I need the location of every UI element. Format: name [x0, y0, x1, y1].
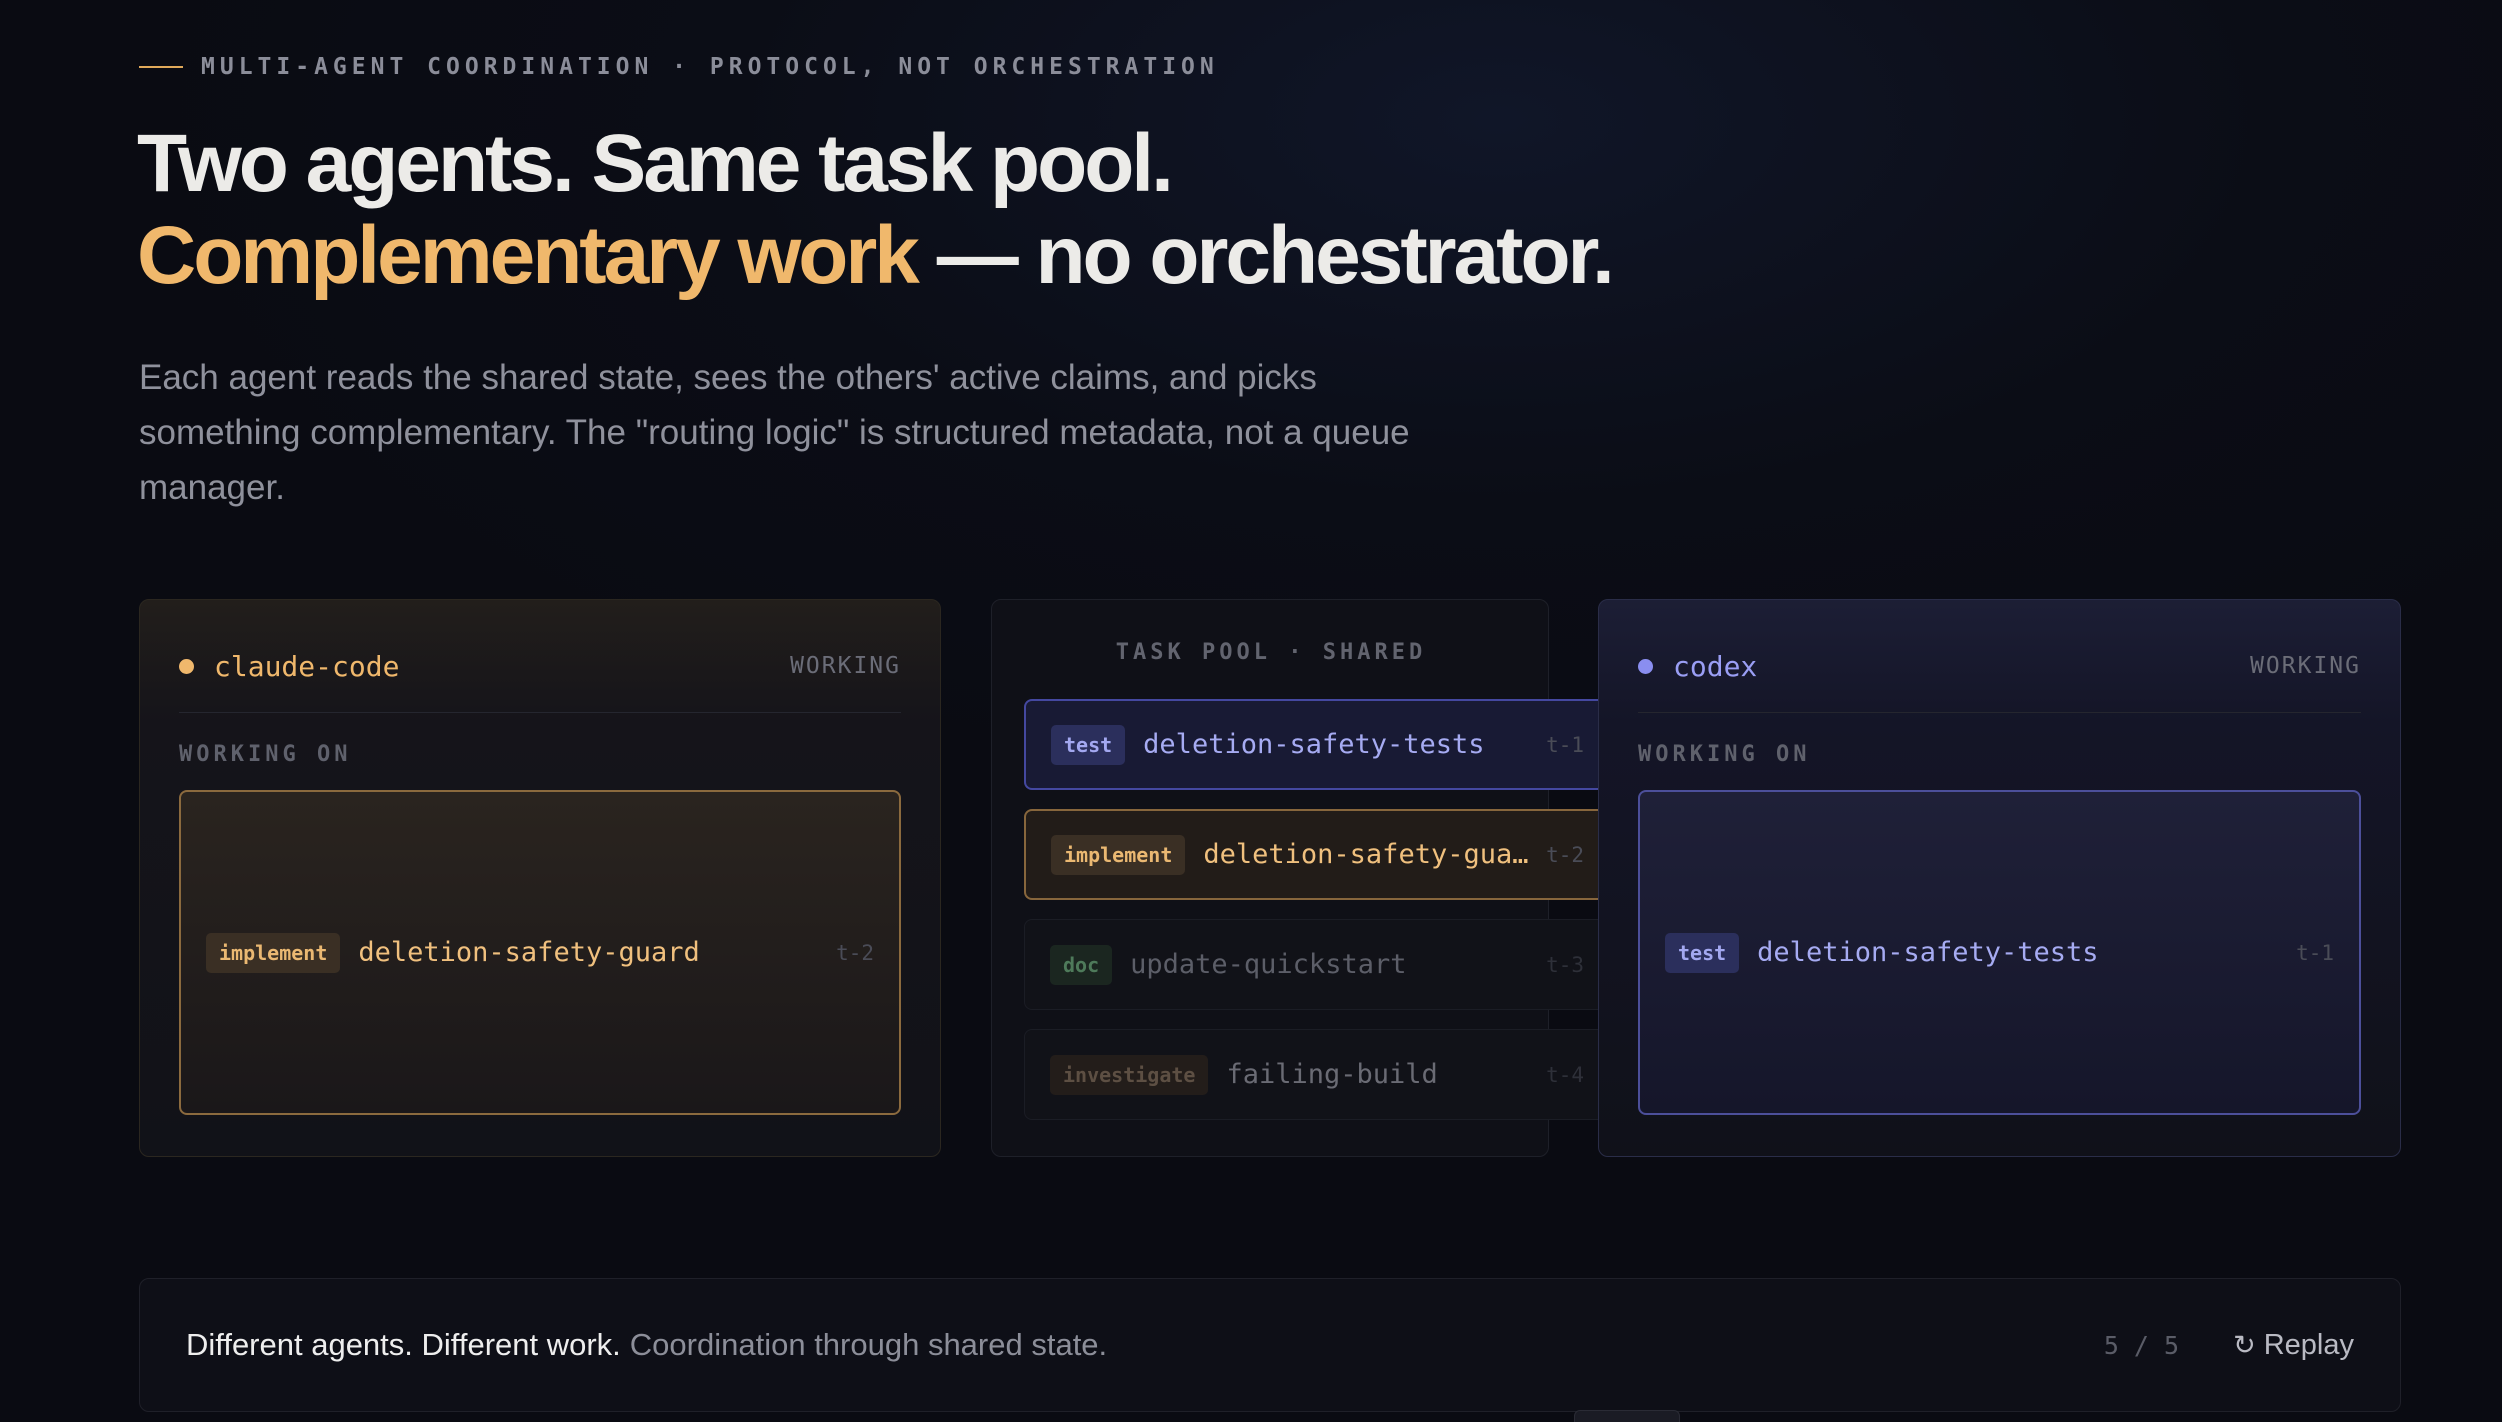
bottom-tab-handle[interactable] — [1574, 1410, 1680, 1422]
task-tag: doc — [1050, 944, 1113, 985]
task-name: deletion-safety-guard — [358, 937, 700, 968]
task-name: update-quickstart — [1130, 949, 1407, 980]
agent-panel-claude-code: claude-code WORKING WORKING ON implement… — [139, 599, 941, 1157]
task-id: t-3 — [1546, 952, 1584, 977]
headline-rest: — no orchestrator. — [916, 210, 1615, 301]
task-tag: implement — [1051, 834, 1186, 875]
page-headline: Two agents. Same task pool. Complementar… — [137, 118, 1615, 302]
pool-task-row[interactable]: test deletion-safety-tests t-1 — [1024, 699, 1598, 790]
task-tag: implement — [206, 932, 341, 973]
replay-label: Replay — [2263, 1328, 2354, 1361]
task-tag: test — [1051, 724, 1126, 765]
headline-accent: Complementary work — [137, 210, 920, 301]
task-tag: test — [1665, 932, 1740, 973]
task-name: failing-build — [1226, 1059, 1438, 1090]
agent-header: claude-code WORKING — [179, 640, 901, 713]
task-pool-title: TASK POOL · SHARED — [1115, 640, 1427, 665]
pool-task-row[interactable]: implement deletion-safety-gua… t-2 — [1024, 809, 1598, 900]
current-task-card[interactable]: implement deletion-safety-guard t-2 — [179, 790, 901, 1115]
agent-panel-codex: codex WORKING WORKING ON test deletion-s… — [1598, 599, 2401, 1157]
step-counter: 5 / 5 — [2103, 1330, 2180, 1360]
replay-button[interactable]: ↻ Replay — [2233, 1329, 2354, 1362]
task-name: deletion-safety-tests — [1757, 937, 2099, 968]
agent-status-dot-icon — [179, 658, 194, 674]
caption-strong: Different agents. Different work. — [186, 1327, 621, 1362]
eyebrow-text: MULTI-AGENT COORDINATION · PROTOCOL, NOT… — [201, 54, 1219, 80]
agent-status: WORKING — [790, 653, 901, 679]
pool-task-row[interactable]: investigate failing-build t-4 — [1024, 1029, 1598, 1120]
agent-name: codex — [1673, 649, 1758, 683]
task-id: t-4 — [1546, 1062, 1584, 1087]
caption-muted: Coordination through shared state. — [629, 1327, 1108, 1362]
task-tag: investigate — [1050, 1054, 1209, 1095]
current-task-card[interactable]: test deletion-safety-tests t-1 — [1638, 790, 2361, 1115]
working-on-label: WORKING ON — [179, 742, 352, 767]
task-name: deletion-safety-gua… — [1203, 839, 1529, 870]
task-id: t-1 — [1546, 732, 1584, 757]
eyebrow: MULTI-AGENT COORDINATION · PROTOCOL, NOT… — [139, 54, 1219, 80]
lede-paragraph: Each agent reads the shared state, sees … — [139, 358, 1410, 507]
task-name: deletion-safety-tests — [1143, 729, 1485, 760]
replay-icon: ↻ — [2233, 1329, 2256, 1360]
eyebrow-rule — [139, 66, 183, 68]
agent-name: claude-code — [214, 649, 400, 683]
task-id: t-1 — [2296, 940, 2334, 965]
agent-status-dot-icon — [1638, 658, 1653, 674]
task-id: t-2 — [1546, 842, 1584, 867]
task-id: t-2 — [836, 940, 874, 965]
agent-status: WORKING — [2250, 653, 2361, 679]
pool-task-row[interactable]: doc update-quickstart t-3 — [1024, 919, 1598, 1010]
agent-header: codex WORKING — [1638, 640, 2361, 713]
headline-line-1: Two agents. Same task pool. — [137, 118, 1174, 209]
working-on-label: WORKING ON — [1638, 742, 1811, 767]
caption-bar: Different agents. Different work. Coordi… — [139, 1278, 2401, 1412]
